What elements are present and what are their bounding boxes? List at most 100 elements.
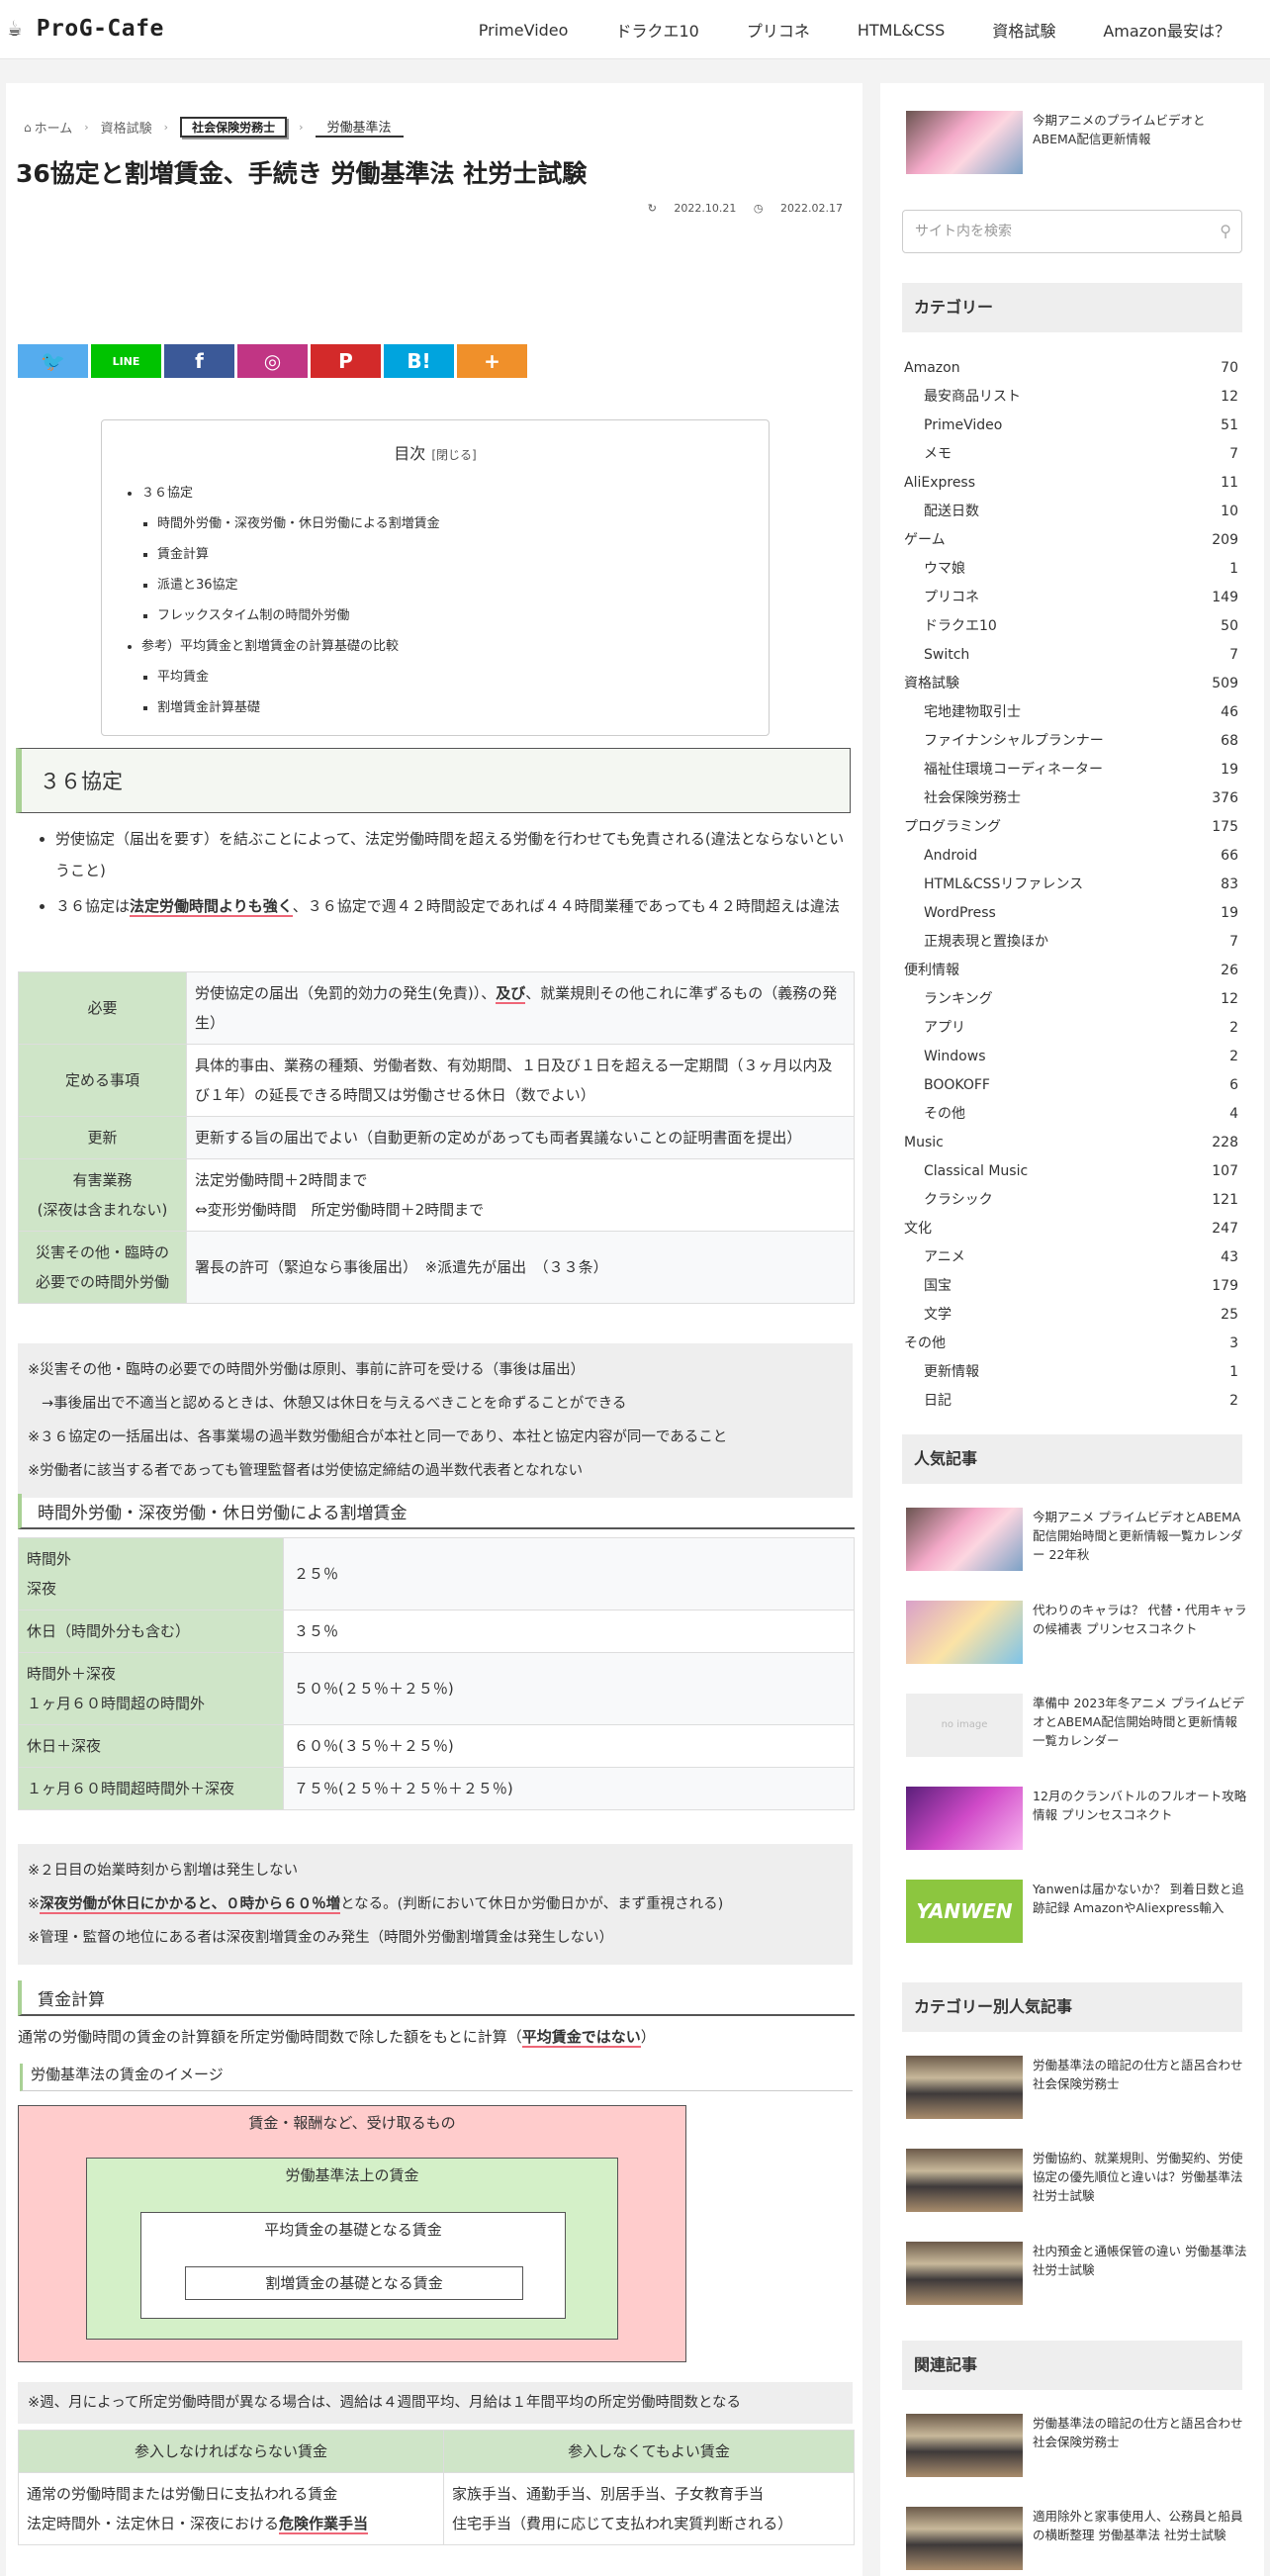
search-input[interactable]: サイト内を検索 ⚲: [902, 210, 1242, 253]
post-title: 労働基準法の暗記の仕方と語呂合わせ 社会保険労務士: [1033, 2058, 1243, 2091]
post-card[interactable]: YANWEN Yanwenは届かないか？ 到着日数と追跡記録 AmazonやAli…: [906, 1880, 1248, 1943]
category-item[interactable]: PrimeVideo 51: [904, 412, 1238, 440]
toc-item[interactable]: 賃金計算: [157, 539, 769, 570]
nav-item-html-css[interactable]: HTML&CSS: [858, 21, 945, 40]
category-item[interactable]: 更新情報 1: [904, 1358, 1238, 1387]
category-item[interactable]: Classical Music 107: [904, 1157, 1238, 1186]
toc-toggle[interactable]: [閉じる]: [431, 448, 476, 462]
category-item[interactable]: 福祉住環境コーディネーター 19: [904, 756, 1238, 784]
sidebar-top-post[interactable]: 今期アニメのプライムビデオとABEMA配信更新情報: [906, 111, 1248, 174]
nav-item-amazon[interactable]: Amazon最安は？: [1103, 18, 1230, 42]
post-title: 今期アニメ プライムビデオとABEMA配信開始時間と更新情報一覧カレンダー 22…: [1033, 1510, 1243, 1562]
nav-item-dq10[interactable]: ドラクエ10: [615, 18, 698, 42]
breadcrumb-labor-standards[interactable]: 労働基準法: [315, 117, 404, 138]
wage-diagram: 賃金・報酬など、受け取るもの 労働基準法上の賃金 平均賃金の基礎となる賃金 割増…: [18, 2105, 686, 2362]
breadcrumb-sharoushi[interactable]: 社会保険労務士: [180, 117, 288, 138]
post-card[interactable]: 労働基準法の暗記の仕方と語呂合わせ 社会保険労務士: [906, 2056, 1248, 2119]
more-icon[interactable]: +: [457, 344, 527, 378]
highlight-text: 平均賃金ではない: [521, 2028, 641, 2048]
facebook-icon[interactable]: f: [164, 344, 234, 378]
nav-item-primevideo[interactable]: PrimeVideo: [479, 21, 569, 40]
related-heading: 関連記事: [902, 2341, 1242, 2390]
post-card[interactable]: 労働協約、就業規則、労働契約、労使協定の優先順位と違いは？労働基準法 社労士試験: [906, 2149, 1248, 2212]
toc-item[interactable]: フレックスタイム制の時間外労働: [157, 600, 769, 631]
pinterest-icon[interactable]: P: [311, 344, 381, 378]
updated-date: ↻ 2022.10.21: [647, 202, 737, 215]
category-item[interactable]: Android 66: [904, 842, 1238, 871]
table-row: １ヶ月６０時間超時間外＋深夜 ７５％(２５％＋２５％＋２５％): [18, 1767, 855, 1810]
category-name: WordPress: [924, 905, 996, 921]
category-item[interactable]: プリコネ 149: [904, 584, 1238, 612]
category-item[interactable]: ゲーム 209: [904, 526, 1238, 555]
books-thumbnail: [906, 2507, 1023, 2570]
category-item[interactable]: ファイナンシャルプランナー 68: [904, 727, 1238, 756]
category-item[interactable]: 正規表現と置換ほか 7: [904, 928, 1238, 957]
post-card[interactable]: 今期アニメ プライムビデオとABEMA配信開始時間と更新情報一覧カレンダー 22…: [906, 1508, 1248, 1571]
toc-item[interactable]: 参考）平均賃金と割増賃金の計算基礎の比較: [141, 631, 769, 662]
category-item[interactable]: アプリ 2: [904, 1014, 1238, 1043]
category-item[interactable]: 日記 2: [904, 1387, 1238, 1416]
category-item[interactable]: BOOKOFF 6: [904, 1071, 1238, 1100]
post-card[interactable]: 代わりのキャラは？ 代替・代用キャラの候補表 プリンセスコネクト: [906, 1601, 1248, 1664]
category-item[interactable]: 最安商品リスト 12: [904, 383, 1238, 412]
post-title: 社内預金と通帳保管の違い 労働基準法 社労士試験: [1033, 2244, 1247, 2277]
category-count: 7: [1229, 446, 1238, 462]
post-card[interactable]: no image 準備中 2023年冬アニメ プライムビデオとABEMA配信開始時…: [906, 1694, 1248, 1757]
category-count: 2: [1229, 1020, 1238, 1036]
category-item[interactable]: 文学 25: [904, 1301, 1238, 1330]
toc-item[interactable]: ３６協定: [141, 478, 769, 508]
category-item[interactable]: 資格試験 509: [904, 670, 1238, 698]
category-item[interactable]: Music 228: [904, 1129, 1238, 1157]
toc-item[interactable]: 時間外労働・深夜労働・休日労働による割増賃金: [157, 508, 769, 539]
hatena-icon[interactable]: B!: [384, 344, 454, 378]
post-card[interactable]: 労働基準法の暗記の仕方と語呂合わせ 社会保険労務士: [906, 2414, 1248, 2477]
category-item[interactable]: プログラミング 175: [904, 813, 1238, 842]
category-item[interactable]: 配送日数 10: [904, 498, 1238, 526]
category-item[interactable]: Amazon 70: [904, 354, 1238, 383]
section-bullets: 労使協定（届出を要す）を結ぶことによって、法定労働時間を超える労働を行わせても免…: [26, 823, 857, 926]
category-item[interactable]: クラシック 121: [904, 1186, 1238, 1215]
category-item[interactable]: メモ 7: [904, 440, 1238, 469]
toc-title-text: 目次: [394, 444, 426, 463]
toc-item[interactable]: 平均賃金: [157, 662, 769, 692]
post-card[interactable]: 社内預金と通帳保管の違い 労働基準法 社労士試験: [906, 2242, 1248, 2305]
category-item[interactable]: ドラクエ10 50: [904, 612, 1238, 641]
line-icon[interactable]: LINE: [91, 344, 161, 378]
toc-item[interactable]: 割増賃金計算基礎: [157, 692, 769, 723]
category-name: アニメ: [924, 1249, 965, 1265]
search-icon[interactable]: ⚲: [1220, 211, 1231, 252]
category-item[interactable]: Switch 7: [904, 641, 1238, 670]
category-item[interactable]: アニメ 43: [904, 1243, 1238, 1272]
instagram-icon[interactable]: ◎: [237, 344, 308, 378]
category-item[interactable]: 宅地建物取引士 46: [904, 698, 1238, 727]
category-item[interactable]: Windows 2: [904, 1043, 1238, 1071]
category-item[interactable]: その他 3: [904, 1330, 1238, 1358]
post-card[interactable]: 適用除外と家事使用人、公務員と船員の横断整理 労働基準法 社労士試験: [906, 2507, 1248, 2570]
nav-item-exams[interactable]: 資格試験: [992, 18, 1055, 42]
category-name: 資格試験: [904, 676, 959, 691]
books-thumbnail: [906, 2149, 1023, 2212]
category-item[interactable]: 文化 247: [904, 1215, 1238, 1243]
cell-text: 家族手当、通勤手当、別居手当、子女教育手当: [452, 2485, 765, 2503]
category-item[interactable]: 国宝 179: [904, 1272, 1238, 1301]
category-item[interactable]: その他 4: [904, 1100, 1238, 1129]
post-card[interactable]: 12月のクランバトルのフルオート攻略情報 プリンセスコネクト: [906, 1787, 1248, 1850]
site-logo[interactable]: ☕ ProG-Cafe: [8, 16, 164, 42]
category-item[interactable]: AliExpress 11: [904, 469, 1238, 498]
category-item[interactable]: 社会保険労務士 376: [904, 784, 1238, 813]
category-name: メモ: [924, 446, 952, 462]
category-count: 1: [1229, 561, 1238, 577]
breadcrumb-home[interactable]: ホーム: [35, 118, 73, 137]
nav-item-priconne[interactable]: プリコネ: [747, 18, 810, 42]
category-item[interactable]: ランキング 12: [904, 985, 1238, 1014]
toc-item[interactable]: 派遣と36協定: [157, 570, 769, 600]
category-item[interactable]: ウマ娘 1: [904, 555, 1238, 584]
category-item[interactable]: HTML&CSSリファレンス 83: [904, 871, 1238, 899]
category-item[interactable]: 便利情報 26: [904, 957, 1238, 985]
breadcrumb-exams[interactable]: 資格試験: [101, 118, 152, 137]
twitter-icon[interactable]: 🐦: [18, 344, 88, 378]
category-item[interactable]: WordPress 19: [904, 899, 1238, 928]
diagram-label-outer: 賃金・報酬など、受け取るもの: [248, 2114, 456, 2132]
diagram-label-labor: 労働基準法上の賃金: [285, 2166, 419, 2184]
category-popular-heading: カテゴリー別人気記事: [902, 1982, 1242, 2032]
